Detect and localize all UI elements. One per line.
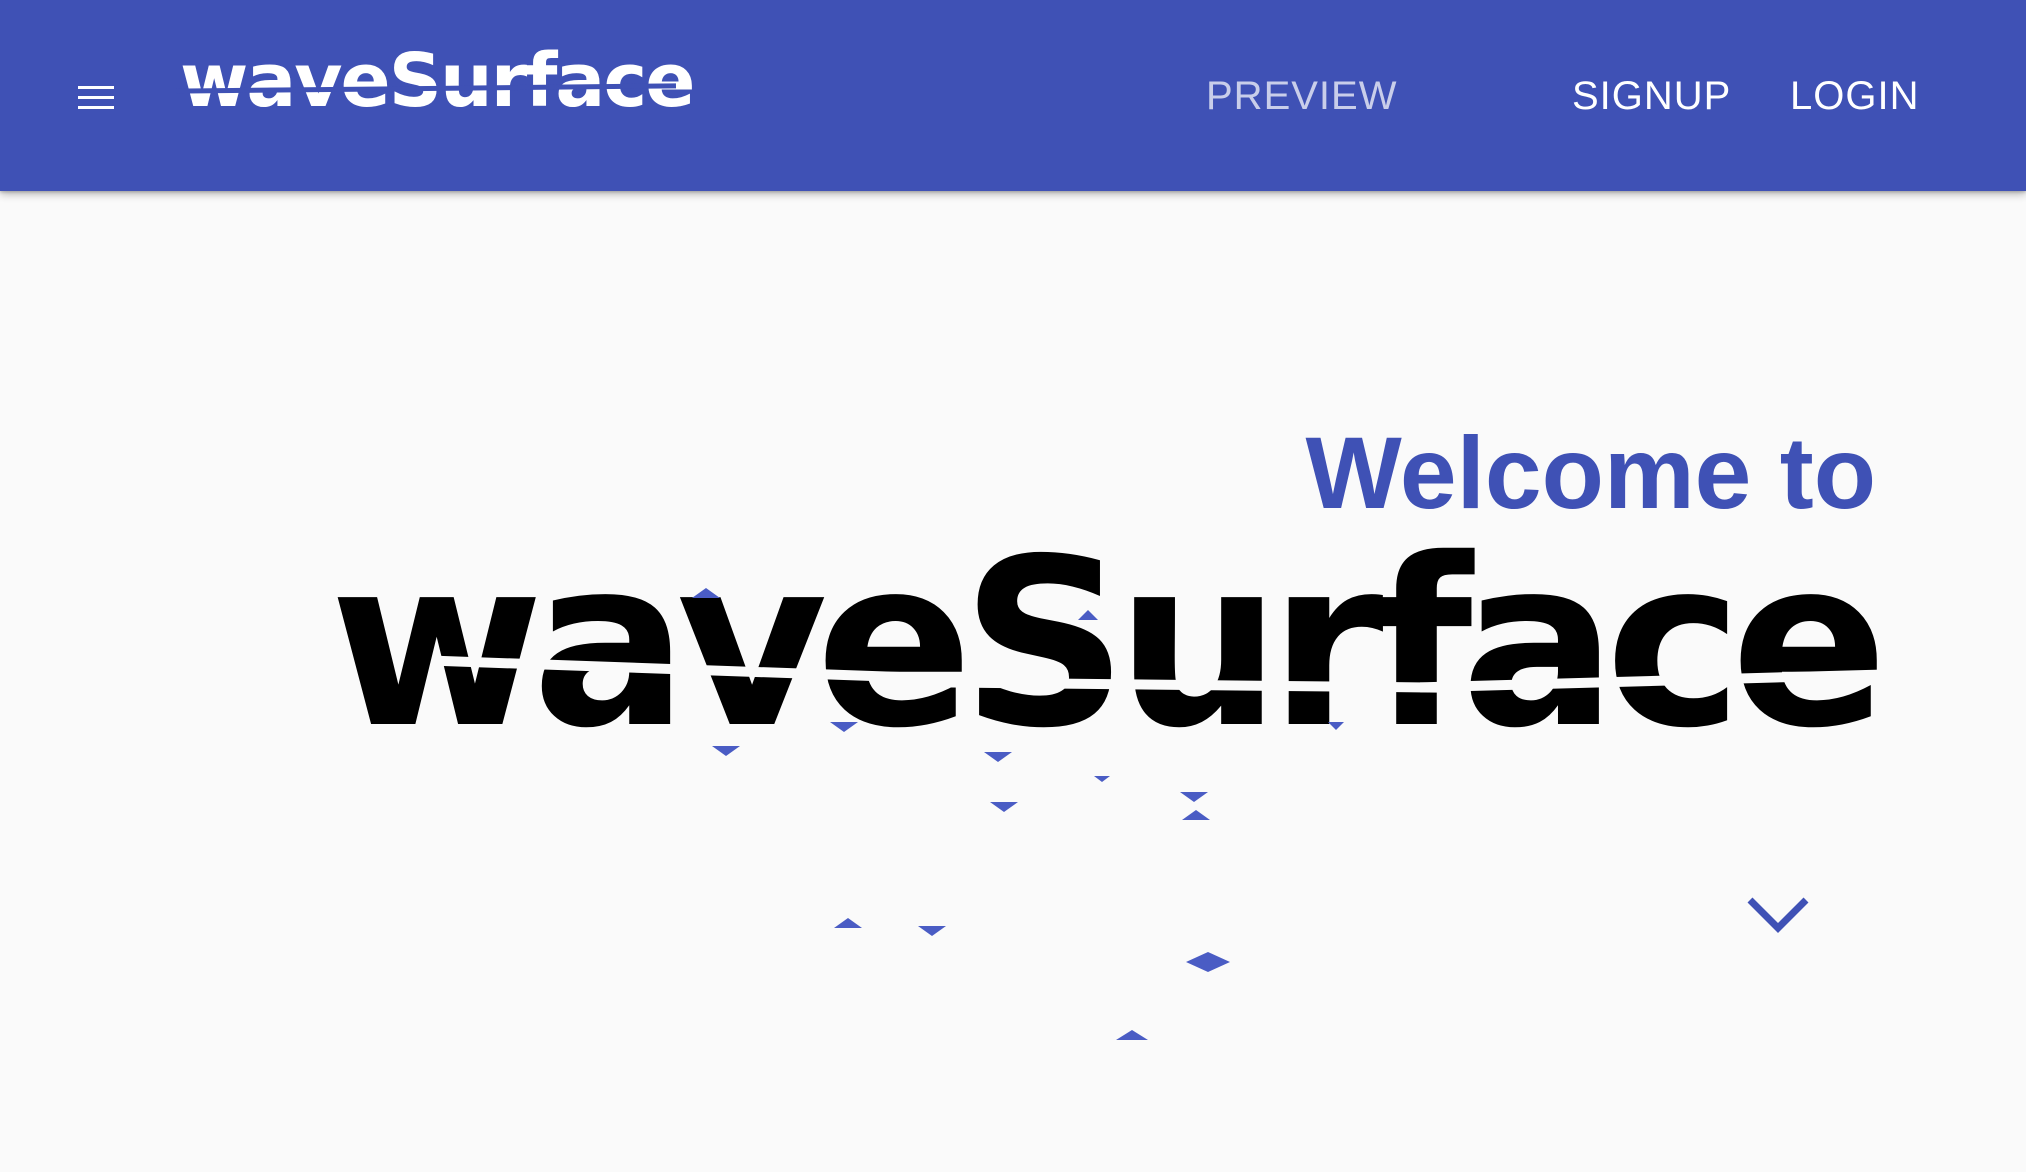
menu-icon-line [78, 96, 114, 99]
wave-shard [1186, 962, 1230, 972]
logo[interactable]: waveSurface [175, 44, 695, 118]
nav-login[interactable]: LOGIN [1790, 68, 1919, 124]
wave-shard [1078, 610, 1098, 620]
menu-button[interactable] [66, 72, 126, 122]
wave-shard [692, 588, 720, 598]
wave-shard [712, 746, 740, 756]
wave-shard [1182, 810, 1210, 820]
wave-shard [1328, 722, 1344, 730]
scroll-down-button[interactable] [1738, 882, 1818, 942]
nav-signup[interactable]: SIGNUP [1572, 68, 1731, 124]
menu-icon-line [78, 106, 114, 109]
wave-shard [1186, 952, 1230, 962]
wave-shard [1094, 776, 1110, 782]
wave-shard [1180, 792, 1208, 802]
wave-shard [830, 722, 858, 732]
menu-icon [78, 86, 114, 89]
chevron-down-icon [1747, 897, 1809, 933]
wave-shard [990, 802, 1018, 812]
wave-shard [918, 926, 946, 936]
wave-shard [834, 918, 862, 928]
wave-shard [1116, 1030, 1148, 1040]
hero-brand: waveSurface [329, 509, 1888, 779]
logo-text: waveSurface [180, 38, 695, 124]
wave-shard [984, 752, 1012, 762]
nav-preview[interactable]: PREVIEW [1206, 68, 1397, 124]
app-bar: waveSurface PREVIEW SIGNUP LOGIN [0, 0, 2026, 191]
